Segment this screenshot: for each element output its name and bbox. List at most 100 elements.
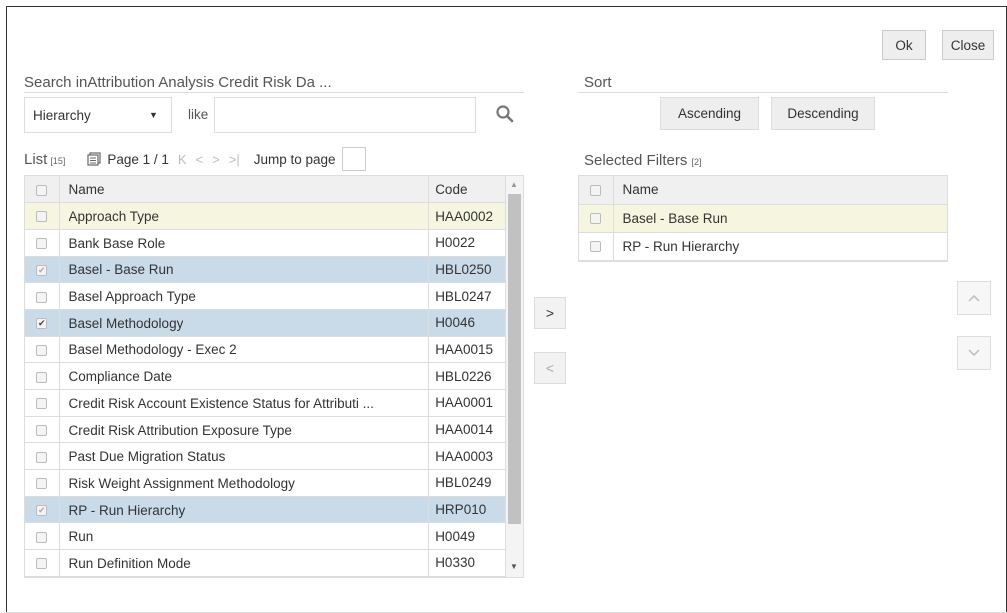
table-row[interactable]: ✔ Basel Methodology H0046: [25, 309, 505, 337]
row-code: HAA0003: [428, 442, 505, 471]
field-select-value: Hierarchy: [33, 107, 91, 123]
column-header-code[interactable]: Code: [428, 176, 505, 204]
row-checkbox[interactable]: [579, 204, 614, 233]
table-row[interactable]: RP - Run Hierarchy: [579, 232, 947, 261]
row-checkbox[interactable]: [25, 362, 60, 390]
jump-to-page-input[interactable]: [341, 147, 366, 171]
row-checkbox[interactable]: [25, 202, 60, 230]
page-indicator: Page 1 / 1: [107, 151, 169, 167]
select-all-checkbox[interactable]: [579, 176, 614, 205]
table-row[interactable]: Basel Approach Type HBL0247: [25, 282, 505, 310]
selected-filters-title: Selected Filters [2]: [584, 152, 702, 169]
row-checkbox[interactable]: [579, 232, 614, 261]
table-row[interactable]: Approach Type HAA0002: [25, 202, 505, 230]
move-down-button[interactable]: [957, 336, 991, 370]
table-row[interactable]: Run H0049: [25, 522, 505, 551]
row-checkbox[interactable]: [25, 469, 60, 497]
row-name: Basel - Base Run: [59, 256, 430, 284]
row-name: RP - Run Hierarchy: [59, 496, 430, 524]
table-row[interactable]: Bank Base Role H0022: [25, 229, 505, 257]
scroll-down-icon[interactable]: ▼: [510, 562, 518, 571]
row-name: RP - Run Hierarchy: [613, 232, 947, 261]
table-row[interactable]: Basel Methodology - Exec 2 HAA0015: [25, 336, 505, 364]
column-header-name[interactable]: Name: [59, 176, 430, 204]
operator-label: like: [188, 107, 209, 122]
list-toolbar: List [15] Page 1 / 1 K < > >| Jump to pa…: [24, 145, 524, 173]
row-name: Basel Methodology: [59, 309, 430, 337]
row-checkbox[interactable]: [25, 576, 60, 577]
scroll-thumb[interactable]: [508, 194, 521, 524]
row-name: Run Definition Mode: [59, 549, 430, 577]
table-row[interactable]: Basel - Base Run: [579, 204, 947, 233]
row-code: HBL0250: [428, 256, 505, 284]
row-checkbox[interactable]: [25, 282, 60, 310]
table-row[interactable]: [25, 576, 505, 577]
row-checkbox[interactable]: [25, 389, 60, 417]
table-row[interactable]: Credit Risk Account Existence Status for…: [25, 389, 505, 417]
table-header-row: Name: [579, 176, 947, 205]
row-code: HBL0226: [428, 362, 505, 390]
field-select[interactable]: Hierarchy ▼: [24, 97, 172, 133]
jump-to-page-label: Jump to page: [253, 151, 336, 167]
sort-divider: [578, 92, 948, 93]
table-row[interactable]: Run Definition Mode H0330: [25, 549, 505, 577]
table-row[interactable]: ✔ Basel - Base Run HBL0250: [25, 256, 505, 284]
close-button[interactable]: Close: [942, 30, 994, 60]
row-checkbox[interactable]: [25, 522, 60, 551]
first-page-icon[interactable]: K: [178, 152, 187, 167]
list-label: List: [24, 150, 48, 168]
row-checkbox[interactable]: ✔: [25, 256, 60, 284]
list-scrollbar[interactable]: ▲ ▼: [505, 176, 523, 577]
row-code: HBL0249: [428, 469, 505, 497]
row-name: Risk Weight Assignment Methodology: [59, 469, 430, 497]
search-icon[interactable]: [495, 104, 515, 124]
row-name: Basel Methodology - Exec 2: [59, 336, 430, 364]
move-left-button[interactable]: <: [534, 352, 566, 384]
scroll-up-icon[interactable]: ▲: [510, 180, 518, 189]
row-code: HAA0015: [428, 336, 505, 364]
row-checkbox[interactable]: ✔: [25, 309, 60, 337]
table-row[interactable]: Past Due Migration Status HAA0003: [25, 442, 505, 471]
search-input[interactable]: [214, 97, 476, 133]
row-name: Credit Risk Account Existence Status for…: [59, 389, 430, 417]
prev-page-icon[interactable]: <: [196, 152, 204, 167]
row-checkbox[interactable]: [25, 549, 60, 577]
row-name: Basel - Base Run: [613, 204, 947, 233]
last-page-icon[interactable]: >|: [229, 152, 240, 167]
descending-button[interactable]: Descending: [771, 97, 875, 130]
search-divider: [24, 92, 524, 93]
sort-title: Sort: [584, 74, 612, 91]
row-name: Approach Type: [59, 202, 430, 230]
page-icon: [87, 152, 101, 166]
table-header-row: Name Code: [25, 176, 505, 204]
row-name: Past Due Migration Status: [59, 442, 430, 471]
row-name: Bank Base Role: [59, 229, 430, 257]
row-code: HBL0247: [428, 282, 505, 310]
table-row[interactable]: Credit Risk Attribution Exposure Type HAA…: [25, 416, 505, 444]
row-name: Credit Risk Attribution Exposure Type: [59, 416, 430, 444]
row-checkbox[interactable]: [25, 336, 60, 364]
table-row[interactable]: Risk Weight Assignment Methodology HBL024…: [25, 469, 505, 497]
row-name: Compliance Date: [59, 362, 430, 390]
ok-button[interactable]: Ok: [882, 30, 926, 60]
row-code: H0022: [428, 229, 505, 257]
row-code: H0049: [428, 522, 505, 551]
move-right-button[interactable]: >: [534, 297, 566, 329]
row-checkbox[interactable]: [25, 229, 60, 257]
move-up-button[interactable]: [957, 281, 991, 315]
list-count: [15]: [50, 156, 66, 166]
table-row[interactable]: ✔ RP - Run Hierarchy HRP010: [25, 496, 505, 524]
row-checkbox[interactable]: ✔: [25, 496, 60, 524]
table-row[interactable]: Compliance Date HBL0226: [25, 362, 505, 390]
selected-filters-label: Selected Filters: [584, 152, 688, 169]
ascending-button[interactable]: Ascending: [660, 97, 759, 130]
row-checkbox[interactable]: [25, 416, 60, 444]
row-name: Basel Approach Type: [59, 282, 430, 310]
select-all-checkbox[interactable]: [25, 176, 60, 204]
row-code: HRP010: [428, 496, 505, 524]
next-page-icon[interactable]: >: [212, 152, 220, 167]
row-checkbox[interactable]: [25, 442, 60, 471]
column-header-name[interactable]: Name: [613, 176, 947, 205]
row-name: Run: [59, 522, 430, 551]
row-code: HAA0001: [428, 389, 505, 417]
